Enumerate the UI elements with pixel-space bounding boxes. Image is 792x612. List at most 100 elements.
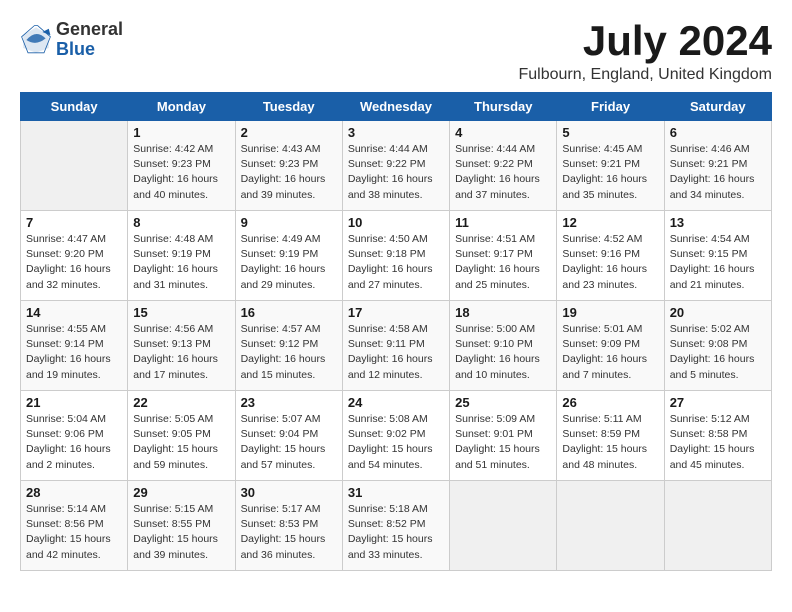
day-number: 20 xyxy=(670,305,766,320)
calendar-cell xyxy=(557,481,664,571)
day-number: 7 xyxy=(26,215,122,230)
day-number: 2 xyxy=(241,125,337,140)
header-wednesday: Wednesday xyxy=(342,93,449,121)
header-monday: Monday xyxy=(128,93,235,121)
header-friday: Friday xyxy=(557,93,664,121)
day-number: 10 xyxy=(348,215,444,230)
day-number: 15 xyxy=(133,305,229,320)
location: Fulbourn, England, United Kingdom xyxy=(519,66,773,84)
day-number: 5 xyxy=(562,125,658,140)
day-info: Sunrise: 5:17 AM Sunset: 8:53 PM Dayligh… xyxy=(241,502,337,563)
calendar-cell: 3 Sunrise: 4:44 AM Sunset: 9:22 PM Daylig… xyxy=(342,121,449,211)
day-info: Sunrise: 5:15 AM Sunset: 8:55 PM Dayligh… xyxy=(133,502,229,563)
calendar-cell: 25 Sunrise: 5:09 AM Sunset: 9:01 PM Dayli… xyxy=(450,391,557,481)
calendar-cell: 11Sunrise: 4:51 AM Sunset: 9:17 PM Dayli… xyxy=(450,211,557,301)
logo-icon xyxy=(20,24,52,56)
day-info: Sunrise: 5:11 AM Sunset: 8:59 PM Dayligh… xyxy=(562,412,658,473)
day-number: 14 xyxy=(26,305,122,320)
day-number: 30 xyxy=(241,485,337,500)
day-info: Sunrise: 4:43 AM Sunset: 9:23 PM Dayligh… xyxy=(241,142,337,203)
calendar-cell: 13 Sunrise: 4:54 AM Sunset: 9:15 PM Dayli… xyxy=(664,211,771,301)
day-info: Sunrise: 4:57 AM Sunset: 9:12 PM Dayligh… xyxy=(241,322,337,383)
day-info: Sunrise: 5:04 AM Sunset: 9:06 PM Dayligh… xyxy=(26,412,122,473)
day-info: Sunrise: 5:18 AM Sunset: 8:52 PM Dayligh… xyxy=(348,502,444,563)
calendar-cell: 2 Sunrise: 4:43 AM Sunset: 9:23 PM Daylig… xyxy=(235,121,342,211)
day-number: 31 xyxy=(348,485,444,500)
day-info: Sunrise: 4:52 AM Sunset: 9:16 PM Dayligh… xyxy=(562,232,658,293)
calendar-cell: 10 Sunrise: 4:50 AM Sunset: 9:18 PM Dayli… xyxy=(342,211,449,301)
day-number: 23 xyxy=(241,395,337,410)
month-title: July 2024 xyxy=(519,20,773,62)
calendar-cell: 28Sunrise: 5:14 AM Sunset: 8:56 PM Dayli… xyxy=(21,481,128,571)
day-number: 25 xyxy=(455,395,551,410)
day-number: 29 xyxy=(133,485,229,500)
calendar-body: 1 Sunrise: 4:42 AM Sunset: 9:23 PM Daylig… xyxy=(21,121,772,571)
calendar-cell: 27 Sunrise: 5:12 AM Sunset: 8:58 PM Dayli… xyxy=(664,391,771,481)
logo-general: General xyxy=(56,20,123,40)
day-number: 21 xyxy=(26,395,122,410)
header-saturday: Saturday xyxy=(664,93,771,121)
calendar-cell xyxy=(450,481,557,571)
day-number: 18 xyxy=(455,305,551,320)
day-number: 24 xyxy=(348,395,444,410)
day-info: Sunrise: 4:50 AM Sunset: 9:18 PM Dayligh… xyxy=(348,232,444,293)
calendar-cell: 6Sunrise: 4:46 AM Sunset: 9:21 PM Daylig… xyxy=(664,121,771,211)
page-header: General Blue July 2024 Fulbourn, England… xyxy=(20,20,772,84)
calendar-cell: 26Sunrise: 5:11 AM Sunset: 8:59 PM Dayli… xyxy=(557,391,664,481)
day-info: Sunrise: 4:56 AM Sunset: 9:13 PM Dayligh… xyxy=(133,322,229,383)
calendar-cell: 4 Sunrise: 4:44 AM Sunset: 9:22 PM Daylig… xyxy=(450,121,557,211)
day-info: Sunrise: 4:54 AM Sunset: 9:15 PM Dayligh… xyxy=(670,232,766,293)
day-number: 28 xyxy=(26,485,122,500)
calendar-cell: 1 Sunrise: 4:42 AM Sunset: 9:23 PM Daylig… xyxy=(128,121,235,211)
day-info: Sunrise: 4:45 AM Sunset: 9:21 PM Dayligh… xyxy=(562,142,658,203)
calendar-table: SundayMondayTuesdayWednesdayThursdayFrid… xyxy=(20,92,772,571)
calendar-header: SundayMondayTuesdayWednesdayThursdayFrid… xyxy=(21,93,772,121)
day-number: 19 xyxy=(562,305,658,320)
day-info: Sunrise: 4:58 AM Sunset: 9:11 PM Dayligh… xyxy=(348,322,444,383)
logo-text: General Blue xyxy=(56,20,123,60)
day-info: Sunrise: 5:00 AM Sunset: 9:10 PM Dayligh… xyxy=(455,322,551,383)
logo: General Blue xyxy=(20,20,123,60)
calendar-cell: 29 Sunrise: 5:15 AM Sunset: 8:55 PM Dayli… xyxy=(128,481,235,571)
calendar-cell: 18 Sunrise: 5:00 AM Sunset: 9:10 PM Dayli… xyxy=(450,301,557,391)
header-sunday: Sunday xyxy=(21,93,128,121)
day-info: Sunrise: 4:55 AM Sunset: 9:14 PM Dayligh… xyxy=(26,322,122,383)
calendar-cell: 24Sunrise: 5:08 AM Sunset: 9:02 PM Dayli… xyxy=(342,391,449,481)
calendar-cell: 21 Sunrise: 5:04 AM Sunset: 9:06 PM Dayli… xyxy=(21,391,128,481)
day-info: Sunrise: 5:05 AM Sunset: 9:05 PM Dayligh… xyxy=(133,412,229,473)
day-number: 22 xyxy=(133,395,229,410)
calendar-cell: 12Sunrise: 4:52 AM Sunset: 9:16 PM Dayli… xyxy=(557,211,664,301)
header-thursday: Thursday xyxy=(450,93,557,121)
calendar-cell: 22 Sunrise: 5:05 AM Sunset: 9:05 PM Dayli… xyxy=(128,391,235,481)
calendar-cell: 23 Sunrise: 5:07 AM Sunset: 9:04 PM Dayli… xyxy=(235,391,342,481)
day-info: Sunrise: 4:44 AM Sunset: 9:22 PM Dayligh… xyxy=(348,142,444,203)
day-info: Sunrise: 5:12 AM Sunset: 8:58 PM Dayligh… xyxy=(670,412,766,473)
week-row-2: 7 Sunrise: 4:47 AM Sunset: 9:20 PM Daylig… xyxy=(21,211,772,301)
day-number: 13 xyxy=(670,215,766,230)
day-number: 4 xyxy=(455,125,551,140)
day-info: Sunrise: 5:09 AM Sunset: 9:01 PM Dayligh… xyxy=(455,412,551,473)
day-info: Sunrise: 5:01 AM Sunset: 9:09 PM Dayligh… xyxy=(562,322,658,383)
day-info: Sunrise: 4:47 AM Sunset: 9:20 PM Dayligh… xyxy=(26,232,122,293)
day-info: Sunrise: 4:46 AM Sunset: 9:21 PM Dayligh… xyxy=(670,142,766,203)
day-info: Sunrise: 4:42 AM Sunset: 9:23 PM Dayligh… xyxy=(133,142,229,203)
day-number: 9 xyxy=(241,215,337,230)
day-number: 27 xyxy=(670,395,766,410)
calendar-cell: 16Sunrise: 4:57 AM Sunset: 9:12 PM Dayli… xyxy=(235,301,342,391)
week-row-4: 21 Sunrise: 5:04 AM Sunset: 9:06 PM Dayli… xyxy=(21,391,772,481)
calendar-cell: 7 Sunrise: 4:47 AM Sunset: 9:20 PM Daylig… xyxy=(21,211,128,301)
calendar-cell: 8Sunrise: 4:48 AM Sunset: 9:19 PM Daylig… xyxy=(128,211,235,301)
day-number: 17 xyxy=(348,305,444,320)
week-row-5: 28Sunrise: 5:14 AM Sunset: 8:56 PM Dayli… xyxy=(21,481,772,571)
day-info: Sunrise: 4:44 AM Sunset: 9:22 PM Dayligh… xyxy=(455,142,551,203)
header-tuesday: Tuesday xyxy=(235,93,342,121)
calendar-cell xyxy=(664,481,771,571)
day-number: 11 xyxy=(455,215,551,230)
week-row-1: 1 Sunrise: 4:42 AM Sunset: 9:23 PM Daylig… xyxy=(21,121,772,211)
day-info: Sunrise: 4:49 AM Sunset: 9:19 PM Dayligh… xyxy=(241,232,337,293)
day-number: 1 xyxy=(133,125,229,140)
calendar-cell: 17 Sunrise: 4:58 AM Sunset: 9:11 PM Dayli… xyxy=(342,301,449,391)
day-number: 3 xyxy=(348,125,444,140)
calendar-cell: 30 Sunrise: 5:17 AM Sunset: 8:53 PM Dayli… xyxy=(235,481,342,571)
day-info: Sunrise: 5:07 AM Sunset: 9:04 PM Dayligh… xyxy=(241,412,337,473)
